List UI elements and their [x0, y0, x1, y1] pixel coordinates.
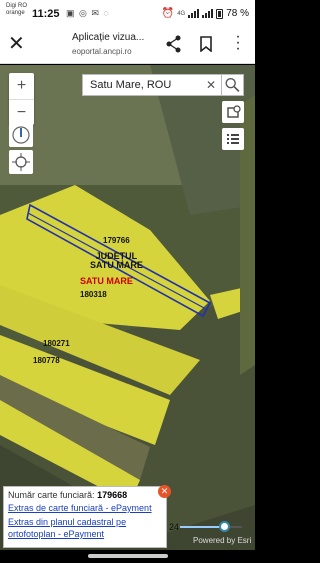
notification-icons: ▣ ◎ ✉ ◌	[66, 8, 110, 18]
close-icon[interactable]: ✕	[8, 34, 25, 54]
land-register-number: 179668	[97, 490, 128, 500]
carrier-label: Digi RO orange	[6, 3, 27, 17]
locate-icon[interactable]	[9, 150, 33, 174]
close-popup-icon[interactable]: ✕	[158, 485, 171, 498]
clear-icon[interactable]: ✕	[206, 78, 216, 92]
parcel-label: 180271	[43, 339, 70, 348]
battery-level: 78 %	[226, 8, 249, 19]
region-label-red: SATU MARE	[80, 276, 133, 286]
battery-icon	[216, 8, 224, 19]
network-type: 4G	[177, 10, 186, 17]
map-view[interactable]: 179766 JUDEȚUL SATU MARE SATU MARE 18031…	[0, 65, 255, 550]
cadastral-plan-extract-link[interactable]: Extras din planul cadastral pe ortofotop…	[8, 516, 162, 540]
region-label: JUDEȚUL SATU MARE	[90, 252, 143, 270]
parcel-label: 180778	[33, 356, 60, 365]
land-register-row: Număr carte funciară: 179668	[8, 490, 162, 500]
page-url: eoportal.ancpi.ro	[72, 47, 132, 56]
layers-icon[interactable]	[222, 101, 244, 123]
compass-icon[interactable]	[9, 123, 33, 147]
more-options-icon[interactable]: · · ·	[234, 29, 242, 57]
region-label-line2: SATU MARE	[90, 260, 143, 270]
carrier-name: Digi RO	[6, 3, 28, 9]
land-register-label: Număr carte funciară:	[8, 490, 95, 500]
search-value: Satu Mare, ROU	[90, 79, 172, 91]
attribution: Powered by Esri	[193, 536, 252, 545]
land-register-extract-link[interactable]: Extras de carte funciară - ePayment	[8, 502, 162, 514]
carrier-sub: orange	[6, 10, 25, 16]
page-title: Aplicație vizua...	[72, 32, 145, 43]
map-imagery	[0, 65, 255, 550]
parcel-info-popup: Număr carte funciară: 179668 Extras de c…	[3, 486, 167, 548]
zoom-in-button[interactable]: +	[9, 73, 34, 99]
slider-label: 24	[169, 522, 180, 532]
search-input[interactable]: Satu Mare, ROU ✕	[82, 74, 222, 96]
system-nav-bar	[0, 550, 255, 563]
signal-icon	[188, 9, 200, 18]
share-icon[interactable]	[166, 35, 182, 53]
browser-app-bar: ✕ Aplicație vizua... eoportal.ancpi.ro ·…	[0, 28, 255, 64]
parcel-label: 180318	[80, 290, 107, 299]
list-icon[interactable]	[222, 128, 244, 150]
search-icon[interactable]	[222, 74, 244, 96]
bookmark-icon[interactable]	[200, 36, 212, 52]
zoom-control: + −	[9, 73, 34, 125]
status-right: ⏰ 4G 78 %	[162, 8, 249, 19]
wifi-icon	[202, 9, 214, 18]
alarm-icon: ⏰	[161, 8, 175, 19]
opacity-slider-fill	[180, 526, 225, 528]
home-gesture-bar[interactable]	[88, 554, 168, 558]
clock: 11:25	[32, 8, 60, 20]
parcel-label: 179766	[103, 236, 130, 245]
status-bar: Digi RO orange 11:25 ▣ ◎ ✉ ◌ ⏰ 4G 78 %	[0, 0, 255, 28]
